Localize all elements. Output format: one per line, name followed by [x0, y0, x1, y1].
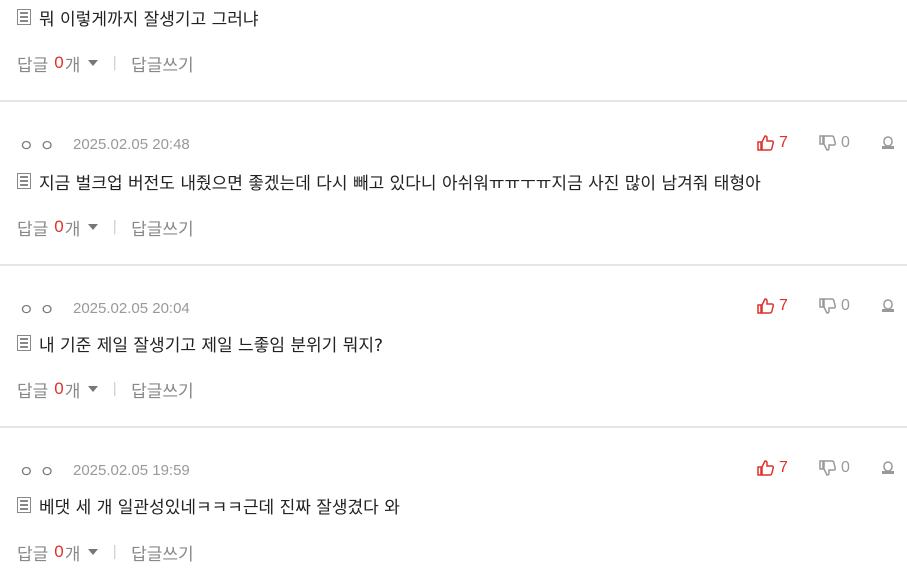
- comment-date: 2025.02.05 19:59: [73, 461, 190, 479]
- dislike-button[interactable]: 0: [819, 297, 881, 315]
- reply-toggle[interactable]: 답글 0 개: [17, 377, 99, 402]
- comment-text: 뭐 이렇게까지 잘생기고 그러냐: [39, 9, 259, 30]
- thumbs-down-icon: [819, 135, 836, 151]
- comment-text: 지금 벌크업 버전도 내줬으면 좋겠는데 다시 빼고 있다니 아쉬워ㅠㅠㅜㅠ지금…: [39, 173, 761, 194]
- thumbs-down-icon: [819, 460, 836, 476]
- reply-toggle[interactable]: 답글 0 개: [17, 51, 99, 76]
- document-icon: [17, 9, 31, 25]
- comment-meta: ㅇㅇ 2025.02.05 20:48: [19, 132, 190, 156]
- nickname[interactable]: ㅇㅇ: [19, 132, 73, 156]
- report-button[interactable]: [881, 461, 907, 475]
- separator: |: [112, 544, 118, 560]
- reply-row: 답글 0 개 | 답글쓰기: [17, 51, 194, 76]
- caret-down-icon: [88, 386, 99, 392]
- report-button[interactable]: [881, 136, 907, 150]
- reply-row: 답글 0 개 | 답글쓰기: [17, 215, 194, 240]
- report-icon: [882, 299, 894, 312]
- report-button[interactable]: [881, 299, 907, 313]
- write-reply-button[interactable]: 답글쓰기: [131, 540, 194, 565]
- reply-count: 0: [54, 542, 64, 561]
- comment-text: 베댓 세 개 일관성있네ㅋㅋㅋ근데 진짜 잘생겼다 와: [39, 497, 400, 518]
- dislike-count: 0: [841, 297, 850, 314]
- reply-count: 0: [54, 53, 64, 72]
- vote-area: 7 0: [757, 458, 907, 478]
- reply-unit: 개: [64, 381, 81, 402]
- like-button[interactable]: 7: [757, 297, 819, 315]
- comment-body: 뭐 이렇게까지 잘생기고 그러냐: [17, 6, 259, 30]
- reply-row: 답글 0 개 | 답글쓰기: [17, 540, 194, 565]
- vote-area: 7 0: [757, 296, 907, 316]
- report-icon: [882, 136, 894, 149]
- reply-unit: 개: [64, 55, 81, 76]
- comment-divider: [0, 100, 907, 102]
- comment-text: 내 기준 제일 잘생기고 제일 느좋임 분위기 뭐지?: [39, 335, 384, 356]
- dislike-button[interactable]: 0: [819, 459, 881, 477]
- nickname[interactable]: ㅇㅇ: [19, 296, 73, 320]
- document-icon: [17, 497, 31, 513]
- reply-count: 0: [54, 217, 64, 236]
- reply-unit: 개: [64, 219, 81, 240]
- dislike-count: 0: [841, 459, 850, 476]
- caret-down-icon: [88, 224, 99, 230]
- dislike-button[interactable]: 0: [819, 134, 881, 152]
- document-icon: [17, 335, 31, 351]
- like-count: 7: [779, 459, 788, 476]
- thumbs-down-icon: [819, 298, 836, 314]
- thumbs-up-icon: [757, 460, 774, 476]
- thumbs-up-icon: [757, 298, 774, 314]
- comment-date: 2025.02.05 20:04: [73, 299, 190, 317]
- like-count: 7: [779, 134, 788, 151]
- comment-divider: [0, 264, 907, 266]
- write-reply-button[interactable]: 답글쓰기: [131, 215, 194, 240]
- comment-divider: [0, 426, 907, 428]
- write-reply-button[interactable]: 답글쓰기: [131, 377, 194, 402]
- reply-unit: 개: [64, 544, 81, 565]
- comment-date: 2025.02.05 20:48: [73, 135, 190, 153]
- write-reply-button[interactable]: 답글쓰기: [131, 51, 194, 76]
- like-button[interactable]: 7: [757, 134, 819, 152]
- separator: |: [112, 219, 118, 235]
- caret-down-icon: [88, 549, 99, 555]
- reply-count: 0: [54, 379, 64, 398]
- caret-down-icon: [88, 60, 99, 66]
- reply-label: 답글: [17, 544, 49, 565]
- reply-toggle[interactable]: 답글 0 개: [17, 215, 99, 240]
- like-button[interactable]: 7: [757, 459, 819, 477]
- like-count: 7: [779, 297, 788, 314]
- dislike-count: 0: [841, 134, 850, 151]
- thumbs-up-icon: [757, 135, 774, 151]
- document-icon: [17, 173, 31, 189]
- comment-meta: ㅇㅇ 2025.02.05 19:59: [19, 458, 190, 482]
- reply-label: 답글: [17, 381, 49, 402]
- separator: |: [112, 55, 118, 71]
- nickname[interactable]: ㅇㅇ: [19, 458, 73, 482]
- report-icon: [882, 461, 894, 474]
- vote-area: 7 0: [757, 133, 907, 153]
- reply-label: 답글: [17, 55, 49, 76]
- reply-row: 답글 0 개 | 답글쓰기: [17, 377, 194, 402]
- separator: |: [112, 381, 118, 397]
- comment-body: 내 기준 제일 잘생기고 제일 느좋임 분위기 뭐지?: [17, 332, 384, 356]
- reply-label: 답글: [17, 219, 49, 240]
- comment-body: 베댓 세 개 일관성있네ㅋㅋㅋ근데 진짜 잘생겼다 와: [17, 494, 400, 518]
- reply-toggle[interactable]: 답글 0 개: [17, 540, 99, 565]
- comment-meta: ㅇㅇ 2025.02.05 20:04: [19, 296, 190, 320]
- comment-body: 지금 벌크업 버전도 내줬으면 좋겠는데 다시 빼고 있다니 아쉬워ㅠㅠㅜㅠ지금…: [17, 170, 761, 194]
